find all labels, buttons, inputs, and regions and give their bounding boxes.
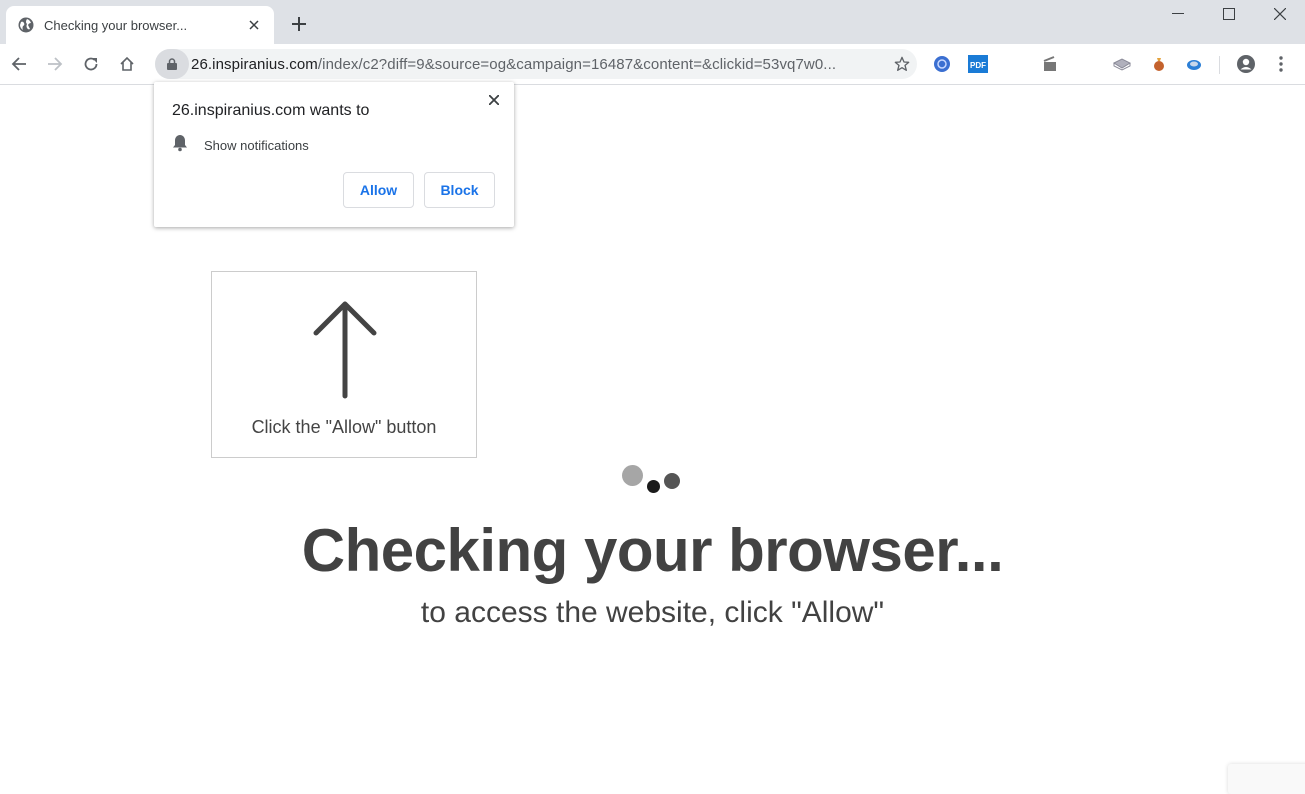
loading-dot: [622, 465, 643, 486]
block-button[interactable]: Block: [424, 172, 495, 208]
page-headline: Checking your browser...: [301, 517, 1004, 584]
forward-button[interactable]: [43, 52, 67, 76]
tab-close-icon[interactable]: [244, 15, 264, 35]
pdf-extension-icon[interactable]: PDF: [968, 54, 988, 74]
window-close-button[interactable]: [1255, 0, 1305, 28]
globe-icon: [18, 17, 34, 33]
loading-dot: [664, 473, 680, 489]
up-arrow-icon: [313, 301, 377, 399]
permission-row: Show notifications: [172, 134, 309, 157]
minimize-button[interactable]: [1153, 0, 1203, 28]
url-path: /index/c2?diff=9&source=og&campaign=1648…: [317, 55, 837, 73]
clapperboard-extension-icon[interactable]: [1040, 54, 1060, 74]
toolbar-separator: [1219, 56, 1220, 74]
kebab-menu-icon[interactable]: [1271, 54, 1291, 74]
maximize-button[interactable]: [1204, 0, 1254, 28]
recaptcha-badge[interactable]: [1228, 764, 1305, 794]
lock-icon[interactable]: [155, 49, 189, 79]
account-circle-icon[interactable]: [1235, 53, 1257, 75]
bell-icon: [172, 134, 188, 157]
address-bar[interactable]: 26.inspiranius.com/index/c2?diff=9&sourc…: [155, 49, 917, 79]
home-button[interactable]: [115, 52, 139, 76]
browser-titlebar: Checking your browser...: [0, 0, 1305, 44]
money-bag-extension-icon[interactable]: [1149, 54, 1169, 74]
gray-box-extension-icon[interactable]: [1112, 54, 1132, 74]
allow-button[interactable]: Allow: [343, 172, 414, 208]
loading-dot: [647, 480, 660, 493]
back-button[interactable]: [7, 52, 31, 76]
tab-title: Checking your browser...: [44, 17, 188, 33]
new-tab-button[interactable]: [288, 13, 310, 35]
popup-close-icon[interactable]: [484, 90, 504, 110]
svg-text:PDF: PDF: [970, 61, 986, 70]
permission-label: Show notifications: [204, 138, 309, 153]
blue-disc-extension-icon[interactable]: [1184, 54, 1204, 74]
blue-globe-extension-icon[interactable]: [932, 54, 952, 74]
url-host: 26.inspiranius.com: [191, 55, 318, 73]
allow-hint-box: Click the "Allow" button: [211, 271, 477, 458]
loading-spinner: [620, 463, 690, 498]
browser-toolbar: 26.inspiranius.com/index/c2?diff=9&sourc…: [0, 44, 1305, 85]
popup-title: 26.inspiranius.com wants to: [172, 102, 370, 119]
url-text[interactable]: 26.inspiranius.com/index/c2?diff=9&sourc…: [191, 56, 887, 73]
browser-tab[interactable]: Checking your browser...: [6, 6, 274, 44]
hint-text: Click the "Allow" button: [251, 417, 437, 437]
notification-permission-popup: 26.inspiranius.com wants to Show notific…: [154, 82, 514, 227]
star-icon[interactable]: [887, 49, 917, 79]
page-subtext: to access the website, click "Allow": [420, 596, 885, 629]
reload-button[interactable]: [79, 52, 103, 76]
